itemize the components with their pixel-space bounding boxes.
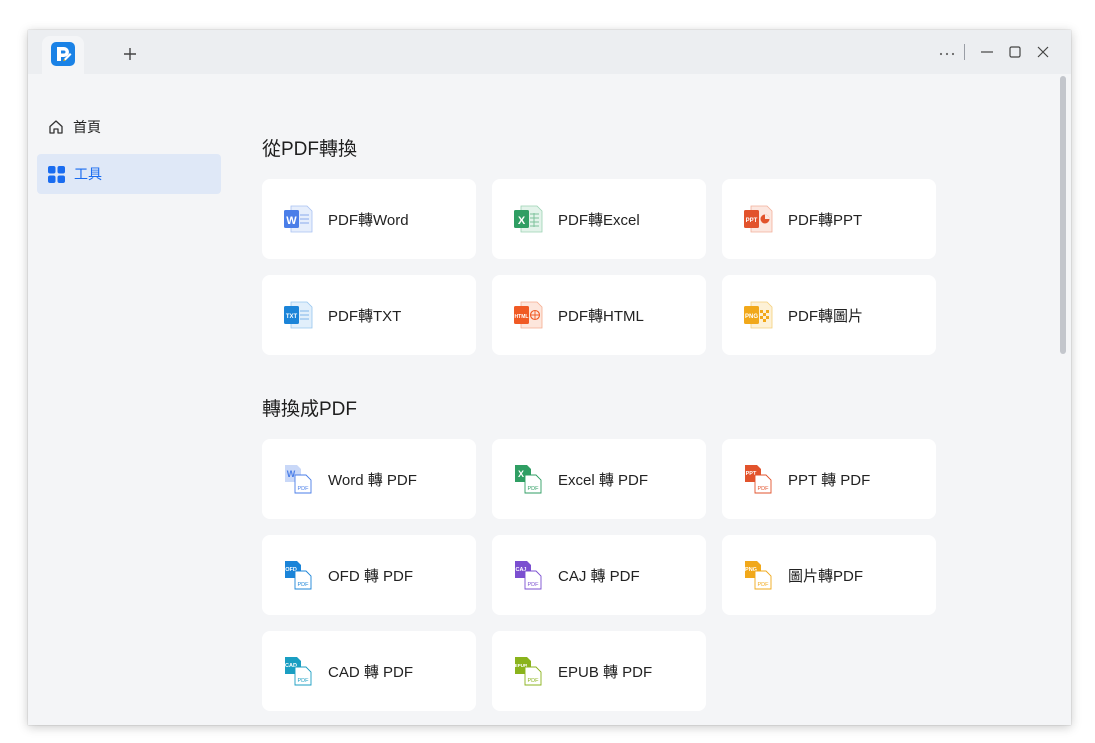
tool-epub-to-pdf[interactable]: EPUB PDF EPUB 轉 PDF xyxy=(492,631,706,711)
minimize-button[interactable] xyxy=(973,42,1001,62)
tool-label: Word 轉 PDF xyxy=(328,471,417,489)
scrollbar-thumb[interactable] xyxy=(1060,76,1066,354)
excel-icon: X xyxy=(514,205,543,233)
new-tab-button[interactable] xyxy=(120,44,140,64)
app-window: 首頁 工具 從PDF轉換 W PDF轉Word X PDF轉Excel PPT … xyxy=(28,30,1071,725)
tool-ppt-to-pdf[interactable]: PPT PDF PPT 轉 PDF xyxy=(722,439,936,519)
svg-text:PDF: PDF xyxy=(298,678,310,684)
tool-label: EPUB 轉 PDF xyxy=(558,663,653,681)
tools-panel: 從PDF轉換 W PDF轉Word X PDF轉Excel PPT PDF轉PP… xyxy=(228,74,1071,725)
close-icon xyxy=(1037,46,1049,58)
svg-text:X: X xyxy=(518,215,526,227)
tool-image-to-pdf[interactable]: PNG PDF 圖片轉PDF xyxy=(722,535,936,615)
sidebar-item-label: 首頁 xyxy=(73,119,101,135)
tool-label: PDF轉Word xyxy=(328,211,409,229)
svg-text:HTML: HTML xyxy=(515,314,529,320)
svg-text:PDF: PDF xyxy=(528,582,540,588)
sidebar-item-tools[interactable]: 工具 xyxy=(37,154,221,194)
maximize-button[interactable] xyxy=(1001,42,1029,62)
svg-text:PDF: PDF xyxy=(528,486,540,492)
more-menu-button[interactable] xyxy=(936,42,958,62)
cad-to-pdf-icon: CAD PDF xyxy=(285,657,312,686)
section-title-to-pdf: 轉換成PDF xyxy=(262,399,358,420)
caj-to-pdf-icon: CAJ PDF xyxy=(515,561,542,590)
tool-label: PDF轉Excel xyxy=(558,211,640,229)
tool-caj-to-pdf[interactable]: CAJ PDF CAJ 轉 PDF xyxy=(492,535,706,615)
tool-cad-to-pdf[interactable]: CAD PDF CAD 轉 PDF xyxy=(262,631,476,711)
svg-text:X: X xyxy=(518,469,524,479)
word-icon: W xyxy=(284,205,313,233)
svg-text:W: W xyxy=(287,469,296,479)
ppt-to-pdf-icon: PPT PDF xyxy=(745,465,772,494)
tool-word-to-pdf[interactable]: W PDF Word 轉 PDF xyxy=(262,439,476,519)
sidebar-item-label: 工具 xyxy=(74,166,102,182)
tool-label: Excel 轉 PDF xyxy=(558,471,649,489)
maximize-icon xyxy=(1009,46,1021,58)
tool-label: PDF轉HTML xyxy=(558,307,644,325)
sidebar: 首頁 工具 xyxy=(28,74,228,725)
tool-pdf-to-ppt[interactable]: PPT PDF轉PPT xyxy=(722,179,936,259)
tool-label: PDF轉圖片 xyxy=(788,307,864,325)
tool-pdf-to-word[interactable]: W PDF轉Word xyxy=(262,179,476,259)
separator xyxy=(964,44,965,60)
svg-text:PNG: PNG xyxy=(745,314,758,320)
svg-text:PDF: PDF xyxy=(298,486,310,492)
tool-label: PDF轉TXT xyxy=(328,307,402,325)
tool-label: CAJ 轉 PDF xyxy=(558,567,640,585)
txt-icon: TXT xyxy=(284,301,313,329)
svg-text:PDF: PDF xyxy=(298,582,310,588)
minimize-icon xyxy=(981,51,993,53)
tool-ofd-to-pdf[interactable]: OFD PDF OFD 轉 PDF xyxy=(262,535,476,615)
svg-text:PDF: PDF xyxy=(528,678,540,684)
sidebar-item-home[interactable]: 首頁 xyxy=(37,107,221,147)
section-title-from-pdf: 從PDF轉換 xyxy=(262,139,358,160)
svg-text:W: W xyxy=(286,215,297,227)
title-bar xyxy=(28,30,1071,74)
vertical-scrollbar[interactable] xyxy=(1059,74,1067,725)
tool-excel-to-pdf[interactable]: X PDF Excel 轉 PDF xyxy=(492,439,706,519)
grid-tools-icon xyxy=(48,165,65,183)
tool-label: 圖片轉PDF xyxy=(788,567,864,585)
plus-icon xyxy=(124,48,136,60)
ofd-to-pdf-icon: OFD PDF xyxy=(285,561,312,590)
window-controls xyxy=(936,42,1057,62)
svg-text:PPT: PPT xyxy=(746,218,758,224)
home-tab[interactable] xyxy=(42,36,84,74)
tool-pdf-to-excel[interactable]: X PDF轉Excel xyxy=(492,179,706,259)
tool-label: PPT 轉 PDF xyxy=(788,471,871,489)
ppt-icon: PPT xyxy=(744,205,773,233)
image-to-pdf-icon: PNG PDF xyxy=(745,561,772,590)
image-icon: PNG xyxy=(744,301,773,329)
tool-label: CAD 轉 PDF xyxy=(328,663,414,681)
app-logo-icon xyxy=(51,42,75,66)
tool-label: OFD 轉 PDF xyxy=(328,567,413,585)
excel-to-pdf-icon: X PDF xyxy=(515,465,542,494)
svg-text:TXT: TXT xyxy=(286,314,298,320)
tool-label: PDF轉PPT xyxy=(788,211,863,229)
epub-to-pdf-icon: EPUB PDF xyxy=(515,657,542,686)
svg-text:PDF: PDF xyxy=(758,486,770,492)
ellipsis-icon xyxy=(939,52,955,56)
tool-pdf-to-txt[interactable]: TXT PDF轉TXT xyxy=(262,275,476,355)
close-button[interactable] xyxy=(1029,42,1057,62)
tool-pdf-to-html[interactable]: HTML PDF轉HTML xyxy=(492,275,706,355)
word-to-pdf-icon: W PDF xyxy=(285,465,312,494)
home-icon xyxy=(49,120,63,134)
svg-text:PDF: PDF xyxy=(758,582,770,588)
html-icon: HTML xyxy=(514,301,543,329)
tool-pdf-to-image[interactable]: PNG PDF轉圖片 xyxy=(722,275,936,355)
